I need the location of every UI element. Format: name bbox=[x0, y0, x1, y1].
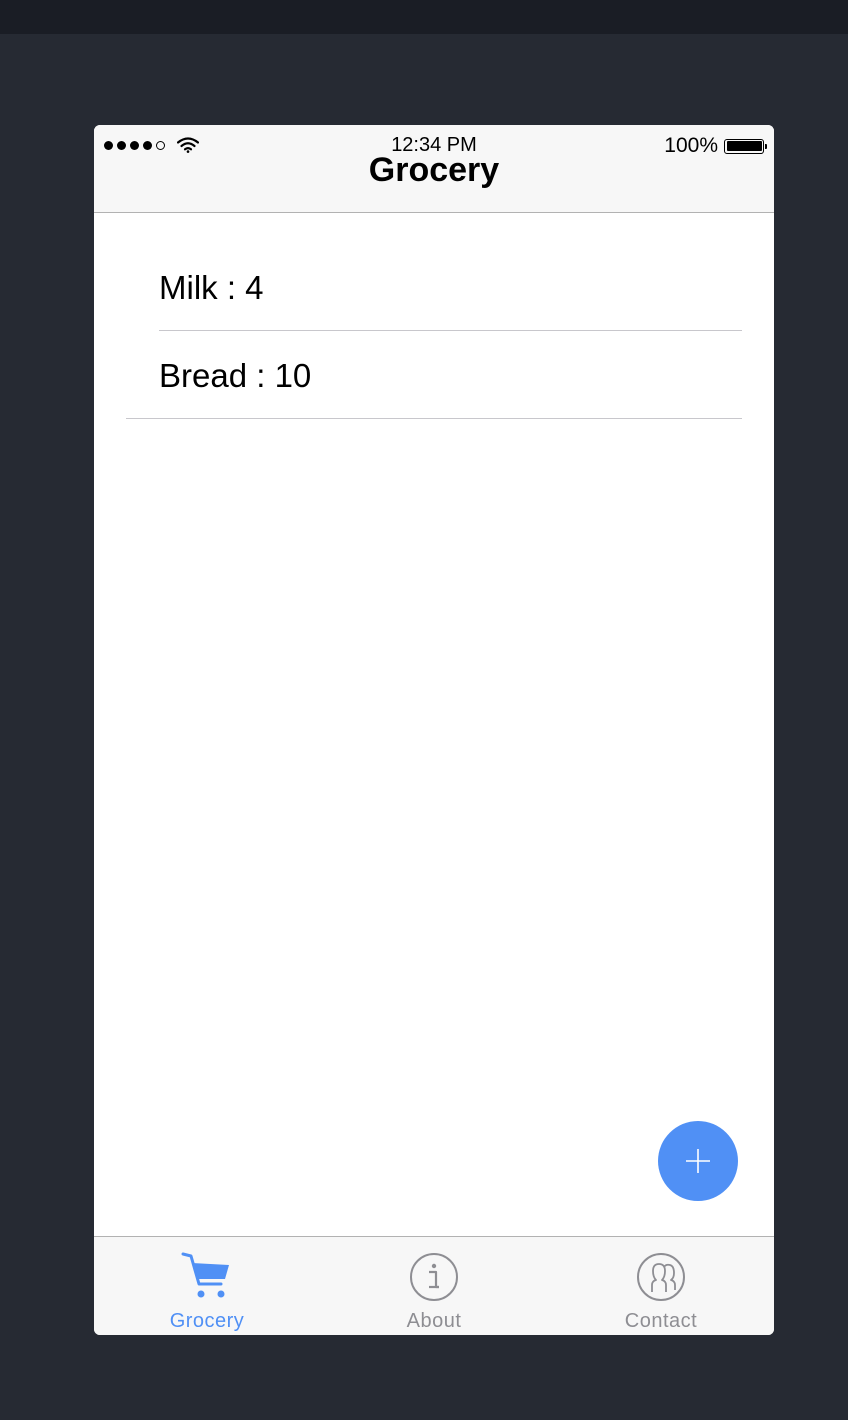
add-item-button[interactable] bbox=[658, 1121, 738, 1201]
tab-grocery[interactable]: Grocery bbox=[94, 1237, 320, 1335]
tab-label: About bbox=[406, 1310, 462, 1332]
list-item-label: Bread : 10 bbox=[159, 357, 312, 394]
contacts-icon bbox=[635, 1251, 687, 1303]
row-separator bbox=[126, 418, 742, 419]
list-item[interactable]: Milk : 4 bbox=[94, 243, 774, 331]
grocery-list: Milk : 4 Bread : 10 bbox=[94, 243, 774, 419]
plus-icon bbox=[686, 1149, 710, 1173]
list-item[interactable]: Bread : 10 bbox=[94, 331, 774, 419]
page-title: Grocery bbox=[368, 151, 500, 189]
info-icon bbox=[408, 1251, 460, 1303]
tab-label: Contact bbox=[624, 1310, 698, 1332]
tab-bar: Grocery About Contact bbox=[94, 1236, 774, 1335]
tab-label: Grocery bbox=[169, 1310, 245, 1332]
top-chrome-bar bbox=[0, 0, 848, 34]
navigation-bar: 12:34 PM 100% Grocery bbox=[94, 125, 774, 213]
phone-screen: 12:34 PM 100% Grocery Milk : 4 Bread : 1… bbox=[94, 125, 774, 1335]
cart-icon bbox=[181, 1251, 233, 1303]
tab-about[interactable]: About bbox=[321, 1237, 547, 1335]
list-item-label: Milk : 4 bbox=[159, 269, 264, 306]
tab-contact[interactable]: Contact bbox=[548, 1237, 774, 1335]
